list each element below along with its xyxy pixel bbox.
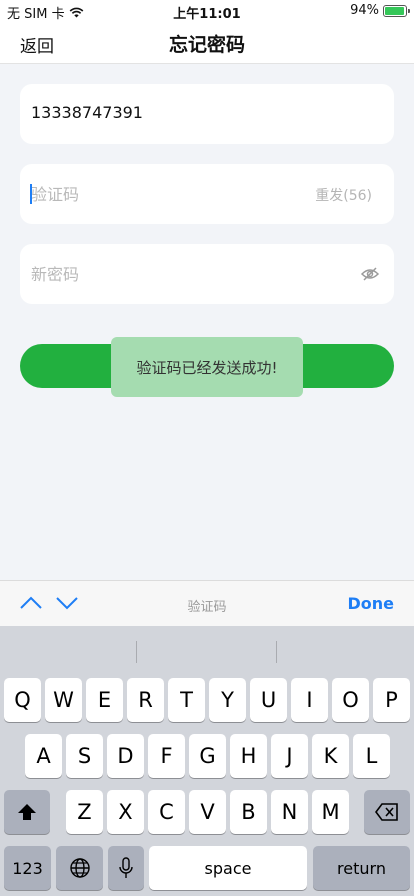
code-field[interactable]: 重发(56) — [20, 164, 394, 224]
key-g[interactable]: G — [189, 734, 226, 778]
resend-button[interactable]: 重发(56) — [315, 185, 372, 205]
key-v[interactable]: V — [189, 790, 226, 834]
key-p[interactable]: P — [373, 678, 410, 722]
status-right: 94% — [350, 3, 410, 18]
key-e[interactable]: E — [86, 678, 123, 722]
globe-key[interactable] — [56, 846, 103, 890]
keyboard: Q W E R T Y U I O P A S D F G H J K L Z … — [0, 626, 414, 896]
key-n[interactable]: N — [271, 790, 308, 834]
space-key[interactable]: space — [149, 846, 307, 890]
key-q[interactable]: Q — [4, 678, 41, 722]
battery-percent: 94% — [350, 3, 379, 18]
key-d[interactable]: D — [107, 734, 144, 778]
key-i[interactable]: I — [291, 678, 328, 722]
page-title: 忘记密码 — [168, 34, 245, 56]
backspace-key[interactable] — [364, 790, 410, 834]
key-s[interactable]: S — [66, 734, 103, 778]
numbers-key[interactable]: 123 — [4, 846, 51, 890]
nav-bar: 返回 忘记密码 — [0, 22, 414, 64]
password-input[interactable] — [31, 260, 301, 288]
key-y[interactable]: Y — [209, 678, 246, 722]
text-cursor — [30, 184, 32, 204]
done-button[interactable]: Done — [347, 594, 394, 613]
battery-icon — [383, 4, 410, 17]
key-j[interactable]: J — [271, 734, 308, 778]
key-x[interactable]: X — [107, 790, 144, 834]
suggestion-divider — [276, 641, 277, 663]
key-t[interactable]: T — [168, 678, 205, 722]
status-bar: 无 SIM 卡 上午11:01 94% — [0, 0, 414, 22]
battery-fill — [385, 6, 404, 15]
eye-off-icon[interactable] — [360, 264, 380, 284]
microphone-icon — [119, 857, 133, 878]
phone-field[interactable]: 13338747391 — [20, 84, 394, 144]
key-a[interactable]: A — [25, 734, 62, 778]
password-field[interactable] — [20, 244, 394, 304]
microphone-key[interactable] — [108, 846, 144, 890]
key-h[interactable]: H — [230, 734, 267, 778]
key-c[interactable]: C — [148, 790, 185, 834]
key-r[interactable]: R — [127, 678, 164, 722]
globe-icon — [69, 858, 90, 878]
key-f[interactable]: F — [148, 734, 185, 778]
toast-message: 验证码已经发送成功! — [111, 337, 303, 397]
key-m[interactable]: M — [312, 790, 349, 834]
key-b[interactable]: B — [230, 790, 267, 834]
keyboard-accessory-bar: 验证码 Done — [0, 580, 414, 626]
phone-value: 13338747391 — [31, 103, 143, 122]
code-input[interactable] — [31, 180, 301, 208]
key-u[interactable]: U — [250, 678, 287, 722]
shift-key[interactable] — [4, 790, 50, 834]
backspace-icon — [375, 803, 398, 821]
key-l[interactable]: L — [353, 734, 390, 778]
return-key[interactable]: return — [313, 846, 410, 890]
key-w[interactable]: W — [45, 678, 82, 722]
key-o[interactable]: O — [332, 678, 369, 722]
suggestion-divider — [136, 641, 137, 663]
shift-icon — [18, 804, 36, 820]
key-k[interactable]: K — [312, 734, 349, 778]
key-z[interactable]: Z — [66, 790, 103, 834]
